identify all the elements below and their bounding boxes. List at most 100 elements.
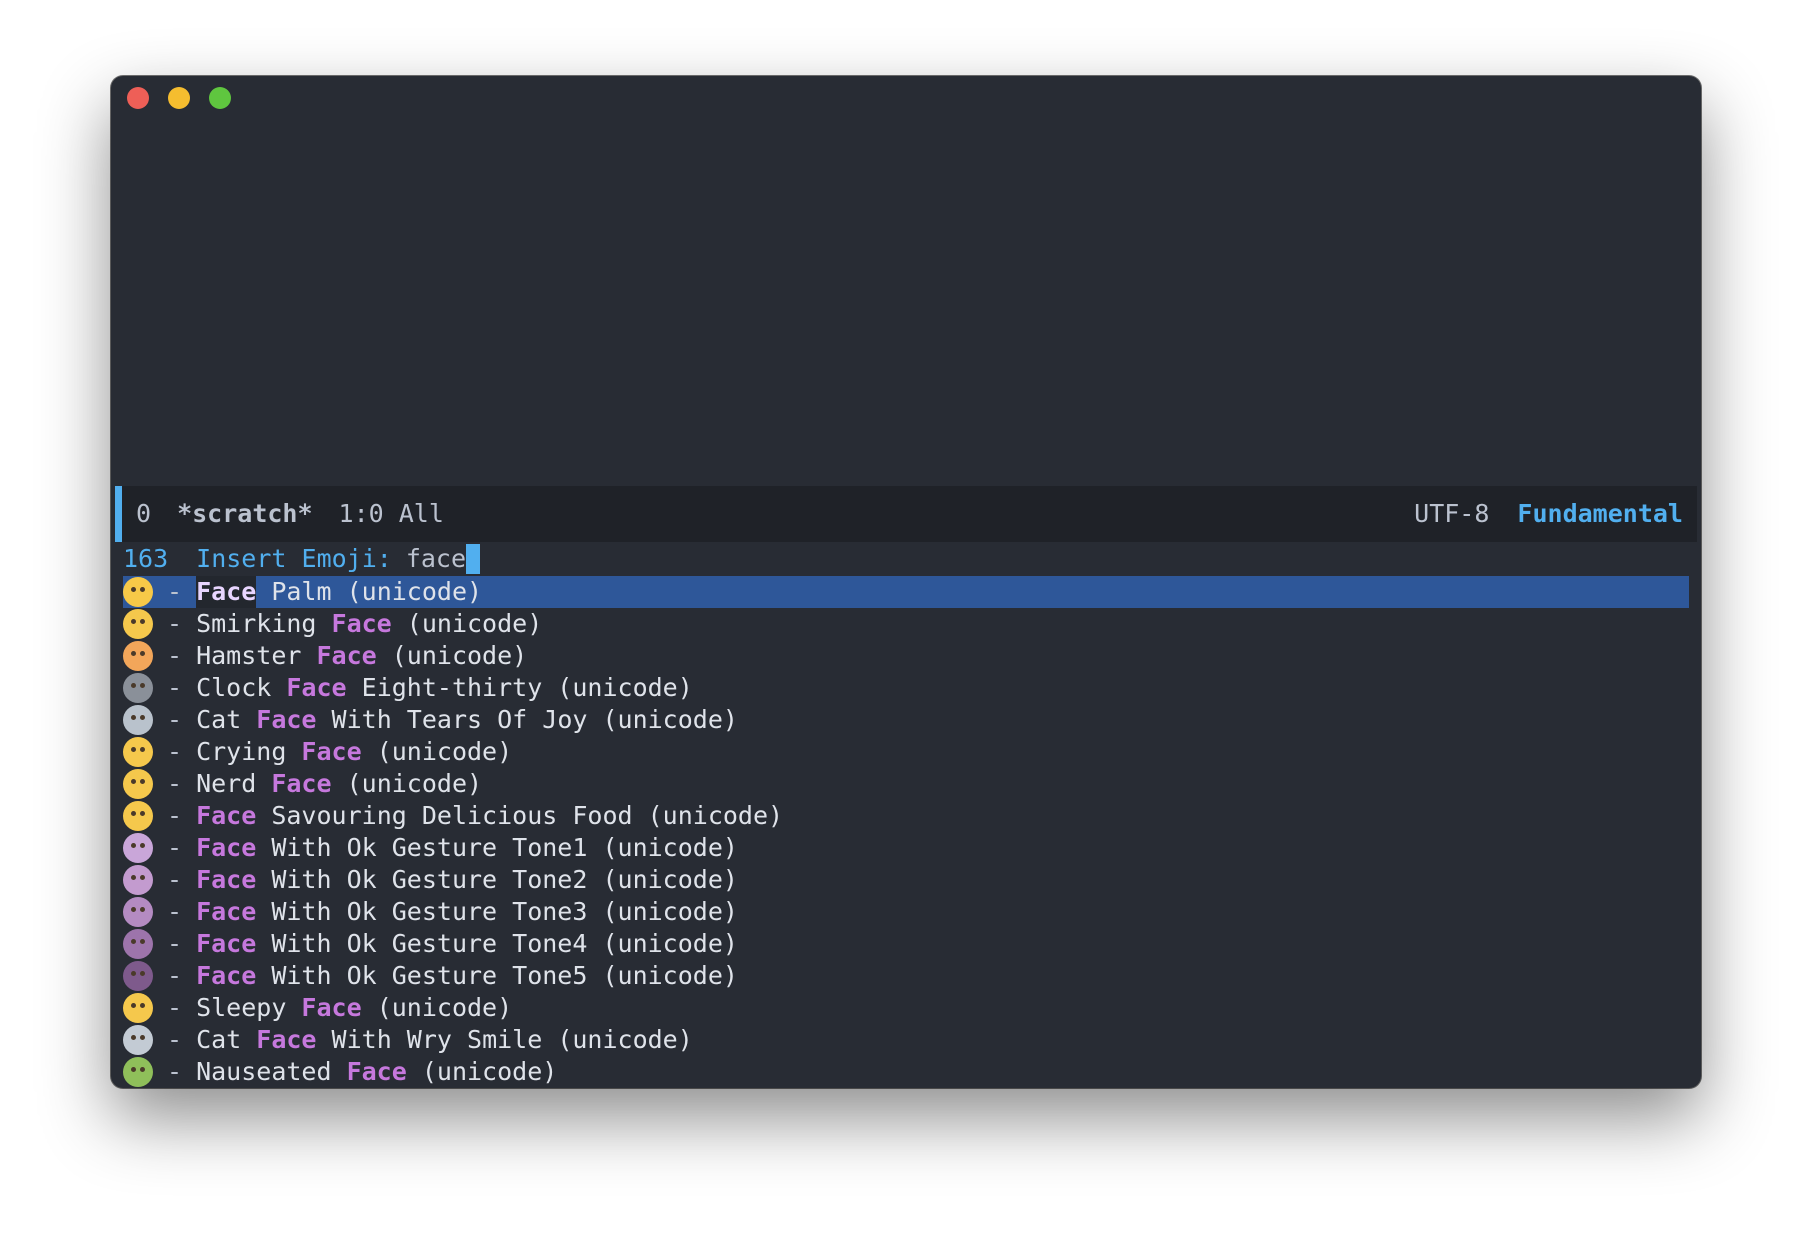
candidate-match-highlight: Face: [346, 1057, 407, 1086]
list-item[interactable]: - Smirking Face (unicode): [123, 608, 1689, 640]
text-cursor: [466, 544, 481, 574]
sleepy-face-icon: [123, 993, 153, 1023]
mode-line: 0 *scratch* 1:0 All UTF-8 Fundamental: [115, 486, 1697, 542]
candidate-text-prefix: Cat: [196, 705, 257, 734]
minibuffer-prompt-line[interactable]: 163 Insert Emoji: face: [123, 542, 1689, 576]
mode-line-active-indicator: [115, 486, 122, 542]
candidate-text-suffix: With Wry Smile (unicode): [316, 1025, 693, 1054]
buffer-name[interactable]: *scratch*: [177, 486, 312, 542]
candidate-separator: -: [167, 673, 183, 702]
candidate-match-highlight: Face: [331, 609, 392, 638]
list-item[interactable]: - Nauseated Face (unicode): [123, 1056, 1689, 1088]
candidate-text-prefix: Hamster: [196, 641, 317, 670]
candidate-text-prefix: Smirking: [196, 609, 332, 638]
candidate-text-suffix: (unicode): [406, 1057, 558, 1086]
candidate-text-suffix: Savouring Delicious Food (unicode): [256, 801, 784, 830]
candidate-separator: -: [167, 641, 183, 670]
candidate-separator: -: [167, 833, 183, 862]
candidate-text-suffix: (unicode): [331, 769, 483, 798]
list-item[interactable]: - Clock Face Eight-thirty (unicode): [123, 672, 1689, 704]
list-item[interactable]: - Face With Ok Gesture Tone1 (unicode): [123, 832, 1689, 864]
candidate-text-suffix: Eight-thirty (unicode): [346, 673, 693, 702]
candidate-text-suffix: (unicode): [391, 609, 543, 638]
candidate-match-highlight: Face: [196, 897, 257, 926]
major-mode[interactable]: Fundamental: [1517, 486, 1683, 542]
candidate-text-suffix: (unicode): [361, 737, 513, 766]
savouring-face-icon: [123, 801, 153, 831]
candidate-match-highlight: Face: [196, 576, 257, 608]
candidate-count: 163: [123, 544, 169, 573]
list-item[interactable]: - Nerd Face (unicode): [123, 768, 1689, 800]
list-item[interactable]: - Crying Face (unicode): [123, 736, 1689, 768]
ok-gesture-tone5-icon: [123, 961, 153, 991]
candidate-match-highlight: Face: [196, 801, 257, 830]
cat-joy-icon: [123, 705, 153, 735]
crying-face-icon: [123, 737, 153, 767]
candidate-text-suffix: (unicode): [376, 641, 528, 670]
candidate-text-suffix: With Ok Gesture Tone1 (unicode): [256, 833, 738, 862]
candidate-list: - Face Palm (unicode) - Smirking Face (unic…: [123, 576, 1689, 1088]
candidate-match-highlight: Face: [286, 673, 347, 702]
list-item[interactable]: - Cat Face With Tears Of Joy (unicode): [123, 704, 1689, 736]
clock-face-icon: [123, 673, 153, 703]
candidate-match-highlight: Face: [196, 865, 257, 894]
candidate-match-highlight: Face: [196, 929, 257, 958]
candidate-match-highlight: Face: [301, 993, 362, 1022]
ok-gesture-tone1-icon: [123, 833, 153, 863]
candidate-separator: -: [167, 801, 183, 830]
list-item[interactable]: - Face With Ok Gesture Tone5 (unicode): [123, 960, 1689, 992]
window-number: 0: [136, 499, 152, 528]
candidate-match-highlight: Face: [256, 705, 317, 734]
candidate-text-suffix: With Ok Gesture Tone3 (unicode): [256, 897, 738, 926]
list-item[interactable]: - Face Savouring Delicious Food (unicode): [123, 800, 1689, 832]
candidate-separator: -: [167, 705, 183, 734]
candidate-separator: -: [167, 897, 183, 926]
list-item[interactable]: - Face With Ok Gesture Tone2 (unicode): [123, 864, 1689, 896]
candidate-separator: -: [167, 865, 183, 894]
prompt-label: Insert Emoji:: [196, 544, 392, 573]
smirking-face-icon: [123, 609, 153, 639]
list-item[interactable]: - Face With Ok Gesture Tone4 (unicode): [123, 928, 1689, 960]
candidate-text-prefix: Cat: [196, 1025, 257, 1054]
minibuffer: 163 Insert Emoji: face - Face Palm (unico…: [123, 542, 1689, 1088]
minibuffer-input[interactable]: face: [406, 542, 466, 576]
list-item[interactable]: - Hamster Face (unicode): [123, 640, 1689, 672]
scratch-buffer-text-area[interactable]: [111, 76, 1701, 486]
candidate-match-highlight: Face: [271, 769, 332, 798]
candidate-text-suffix: With Ok Gesture Tone5 (unicode): [256, 961, 738, 990]
candidate-separator: -: [167, 993, 183, 1022]
list-item[interactable]: - Face Palm (unicode): [123, 576, 1689, 608]
ok-gesture-tone4-icon: [123, 929, 153, 959]
cursor-position: 1:0 All: [338, 499, 444, 528]
candidate-separator: -: [167, 929, 183, 958]
candidate-text-suffix: With Tears Of Joy (unicode): [316, 705, 738, 734]
nauseated-face-icon: [123, 1057, 153, 1087]
candidate-text-prefix: Crying: [196, 737, 302, 766]
candidate-text-suffix: With Ok Gesture Tone2 (unicode): [256, 865, 738, 894]
candidate-separator: -: [167, 961, 183, 990]
hamster-face-icon: [123, 641, 153, 671]
candidate-text-suffix: Palm (unicode): [256, 577, 483, 606]
ok-gesture-tone3-icon: [123, 897, 153, 927]
candidate-match-highlight: Face: [316, 641, 377, 670]
emacs-window: 0 *scratch* 1:0 All UTF-8 Fundamental 16…: [111, 76, 1701, 1088]
candidate-separator: -: [167, 577, 183, 606]
candidate-match-highlight: Face: [196, 961, 257, 990]
candidate-match-highlight: Face: [256, 1025, 317, 1054]
candidate-text-prefix: Nauseated: [196, 1057, 347, 1086]
candidate-text-prefix: Sleepy: [196, 993, 302, 1022]
candidate-separator: -: [167, 1025, 183, 1054]
ok-gesture-tone2-icon: [123, 865, 153, 895]
candidate-text-prefix: Clock: [196, 673, 287, 702]
candidate-match-highlight: Face: [301, 737, 362, 766]
candidate-match-highlight: Face: [196, 833, 257, 862]
candidate-separator: -: [167, 737, 183, 766]
cat-wry-smile-icon: [123, 1025, 153, 1055]
candidate-text-suffix: With Ok Gesture Tone4 (unicode): [256, 929, 738, 958]
list-item[interactable]: - Cat Face With Wry Smile (unicode): [123, 1024, 1689, 1056]
list-item[interactable]: - Face With Ok Gesture Tone3 (unicode): [123, 896, 1689, 928]
candidate-separator: -: [167, 769, 183, 798]
face-palm-icon: [123, 577, 153, 607]
encoding-indicator[interactable]: UTF-8: [1414, 486, 1489, 542]
list-item[interactable]: - Sleepy Face (unicode): [123, 992, 1689, 1024]
